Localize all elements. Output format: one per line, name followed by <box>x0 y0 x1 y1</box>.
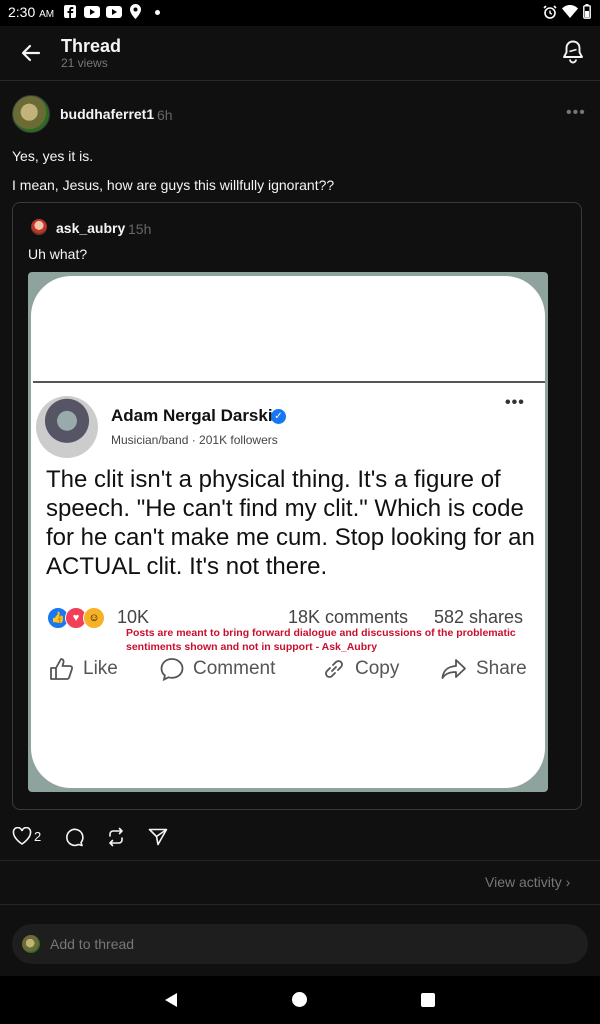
youtube-notification-icon-2 <box>106 6 122 18</box>
fb-comment-count: 18K comments <box>288 607 409 627</box>
facebook-notification-icon <box>64 5 76 18</box>
repost-icon[interactable] <box>106 827 126 852</box>
recents-square-icon[interactable] <box>421 993 435 1007</box>
verified-badge-icon: ✓ <box>271 409 286 424</box>
fb-avatar <box>36 396 98 458</box>
status-bar: 2:30 AM <box>0 0 600 26</box>
youtube-notification-icon <box>84 6 100 18</box>
fb-link-icon <box>325 660 343 678</box>
chevron-right-icon: › <box>565 874 571 890</box>
divider <box>0 904 600 905</box>
heart-icon[interactable] <box>12 826 32 850</box>
quoted-avatar[interactable] <box>31 219 47 235</box>
fb-post-text: The clit isn't a physical thing. It's a … <box>46 466 535 580</box>
battery-icon <box>583 4 591 19</box>
composer-input[interactable]: Add to thread <box>50 936 134 952</box>
post-text-line: I mean, Jesus, how are guys this willful… <box>12 177 335 193</box>
more-notifications-dot <box>155 10 160 15</box>
view-count: 21 views <box>61 56 108 70</box>
location-pin-icon <box>130 4 141 19</box>
fb-comment-icon <box>160 658 184 682</box>
back-triangle-icon[interactable] <box>163 992 179 1013</box>
view-activity-link[interactable]: View activity › <box>485 874 570 890</box>
disclaimer-note: Posts are meant to bring forward dialogu… <box>126 627 516 653</box>
fb-like-action: Like <box>49 657 118 681</box>
like-count: 2 <box>34 829 42 844</box>
send-icon[interactable] <box>148 828 168 851</box>
back-arrow-icon[interactable] <box>18 40 44 66</box>
fb-comment-action: Comment <box>159 657 275 682</box>
fb-copy-action: Copy <box>321 657 399 681</box>
fb-thumbs-up-icon <box>50 658 74 680</box>
composer-avatar <box>22 935 40 953</box>
system-nav-bar <box>0 976 600 1024</box>
fb-more-icon: ••• <box>505 394 525 411</box>
notification-bell-icon[interactable] <box>560 38 586 64</box>
status-time: 2:30 AM <box>8 4 55 20</box>
post-timestamp: 6h <box>157 107 173 123</box>
avatar[interactable] <box>12 95 50 133</box>
divider <box>0 860 600 861</box>
fb-share-icon <box>441 659 466 679</box>
wifi-icon <box>562 5 578 18</box>
quoted-username[interactable]: ask_aubry <box>56 220 125 236</box>
thread-header: Thread 21 views <box>0 26 600 81</box>
fb-share-action: Share <box>440 657 527 681</box>
fb-meta: Musician/band · 201K followers <box>111 433 278 447</box>
fb-reaction-count: 10K <box>117 607 150 627</box>
fb-name: Adam Nergal Darski <box>111 406 273 425</box>
more-options-icon[interactable]: ••• <box>566 104 586 122</box>
quoted-timestamp: 15h <box>128 221 152 237</box>
alarm-icon <box>543 5 557 19</box>
home-circle-icon[interactable] <box>292 992 307 1007</box>
quoted-text: Uh what? <box>28 246 88 262</box>
card-divider <box>33 381 545 383</box>
fb-share-count: 582 shares <box>434 607 524 627</box>
fb-reaction-icons: 👍 ♥ ☺ <box>47 607 109 629</box>
post-text-line: Yes, yes it is. <box>12 148 94 164</box>
post-username[interactable]: buddhaferret1 <box>60 106 154 122</box>
comment-icon[interactable] <box>64 827 84 852</box>
page-title: Thread <box>61 36 122 56</box>
fb-haha-reaction-icon: ☺ <box>83 607 105 629</box>
